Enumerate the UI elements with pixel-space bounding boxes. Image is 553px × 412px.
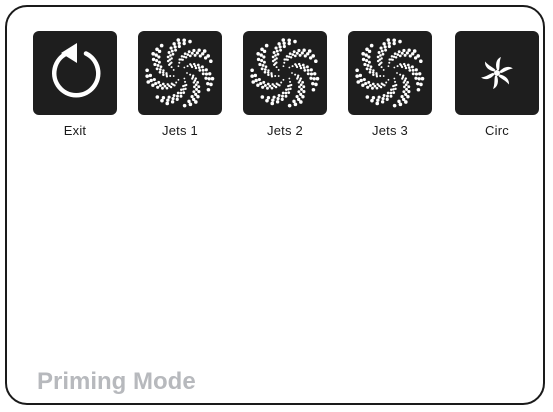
jets-1-button[interactable]: Jets 1 [138,31,222,138]
jets-3-tile[interactable] [348,31,432,115]
circ-label: Circ [485,123,509,138]
circ-tile[interactable] [455,31,539,115]
jets-1-label: Jets 1 [162,123,198,138]
mode-status-text: Priming Mode [37,368,196,395]
jets-swirl-icon [355,38,425,108]
jets-swirl-icon [250,38,320,108]
jets-2-button[interactable]: Jets 2 [243,31,327,138]
jets-2-label: Jets 2 [267,123,303,138]
jets-3-label: Jets 3 [372,123,408,138]
exit-tile[interactable] [33,31,117,115]
circ-pinwheel-icon [481,57,513,89]
jets-swirl-icon [145,38,215,108]
jets-1-tile[interactable] [138,31,222,115]
circ-button[interactable]: Circ [455,31,539,138]
spa-control-panel: Exit Jets 1 Jets 2 Jets 3 Circ Priming M… [5,5,545,405]
exit-button[interactable]: Exit [33,31,117,138]
jets-2-tile[interactable] [243,31,327,115]
exit-arrow-icon [52,43,101,98]
jets-3-button[interactable]: Jets 3 [348,31,432,138]
exit-label: Exit [63,123,87,138]
